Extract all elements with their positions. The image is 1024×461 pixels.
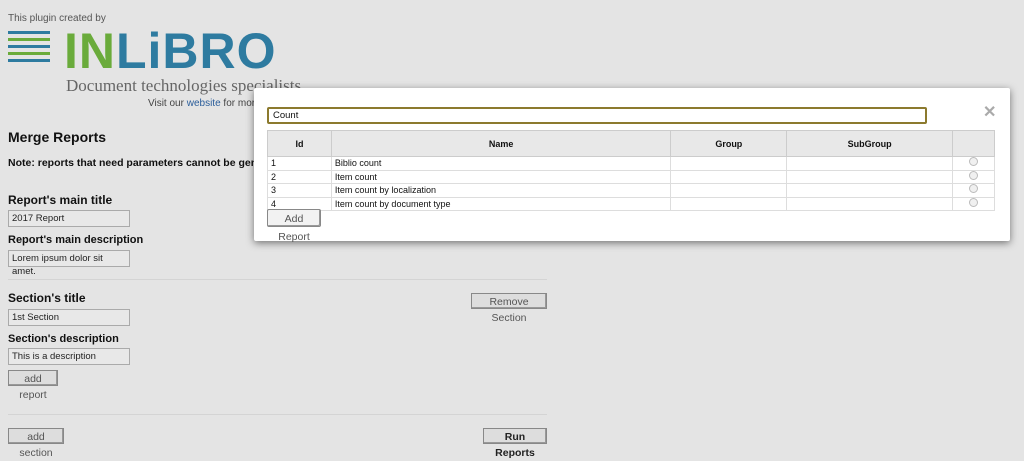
table-row[interactable]: 1 Biblio count	[267, 156, 995, 171]
cell-subgroup	[786, 169, 954, 184]
section-title-label: Section's title	[8, 291, 86, 305]
logo-lines-icon	[8, 31, 50, 66]
cell-group	[670, 169, 788, 184]
add-report-modal-button[interactable]: Add Report	[267, 209, 321, 243]
select-radio[interactable]	[969, 184, 978, 194]
cell-id: 3	[267, 183, 332, 198]
table-row[interactable]: 3 Item count by localization	[267, 183, 995, 198]
cell-name: Item count	[330, 169, 672, 184]
cell-subgroup	[786, 183, 954, 198]
column-header-subgroup: SubGroup	[786, 130, 954, 157]
page-title: Merge Reports	[8, 129, 107, 145]
search-input[interactable]: Count	[267, 107, 927, 124]
select-radio[interactable]	[969, 197, 978, 207]
cell-group	[670, 183, 788, 198]
section-title-input[interactable]: 1st Section	[8, 309, 130, 326]
cell-id: 2	[267, 169, 332, 184]
divider	[8, 414, 547, 415]
add-report-button[interactable]: add report	[8, 370, 58, 401]
cell-name: Biblio count	[330, 156, 672, 171]
column-header-name: Name	[330, 130, 672, 157]
cell-subgroup	[786, 156, 954, 171]
report-desc-input[interactable]: Lorem ipsum dolor sit amet.	[8, 250, 130, 277]
note: Note: reports that need parameters canno…	[8, 157, 263, 169]
cell-name: Item count by localization	[330, 183, 672, 198]
report-desc-label: Report's main description	[8, 234, 144, 246]
cell-name: Item count by document type	[330, 196, 672, 211]
cell-id: 1	[267, 156, 332, 171]
remove-section-button[interactable]: Remove Section	[471, 293, 547, 324]
column-header-id: Id	[267, 130, 332, 157]
cell-group	[670, 196, 788, 211]
select-radio[interactable]	[969, 170, 978, 180]
visit-text: Visit our website for more	[148, 98, 261, 109]
section-desc-label: Section's description	[8, 333, 119, 345]
column-header-select	[952, 130, 995, 157]
close-icon[interactable]: ✕	[983, 102, 996, 122]
select-radio[interactable]	[969, 157, 978, 167]
reports-table: Id Name Group SubGroup 1 Biblio count 2 It…	[267, 130, 995, 211]
section-desc-input[interactable]: This is a description	[8, 348, 130, 365]
cell-subgroup	[786, 196, 954, 211]
table-row[interactable]: 4 Item count by document type	[267, 196, 995, 211]
table-header: Id Name Group SubGroup	[267, 130, 995, 157]
run-reports-button[interactable]: Run Reports	[483, 428, 547, 459]
inlibro-logo: INLiBRO	[64, 23, 277, 79]
report-title-input[interactable]: 2017 Report	[8, 210, 130, 227]
table-row[interactable]: 2 Item count	[267, 169, 995, 184]
website-link[interactable]: website	[187, 98, 221, 109]
report-search-modal: Count ✕ Id Name Group SubGroup 1 Biblio c…	[254, 88, 1010, 243]
report-title-label: Report's main title	[8, 193, 113, 207]
cell-group	[670, 156, 788, 171]
column-header-group: Group	[670, 130, 788, 157]
divider	[8, 279, 547, 280]
add-section-button[interactable]: add section	[8, 428, 64, 459]
